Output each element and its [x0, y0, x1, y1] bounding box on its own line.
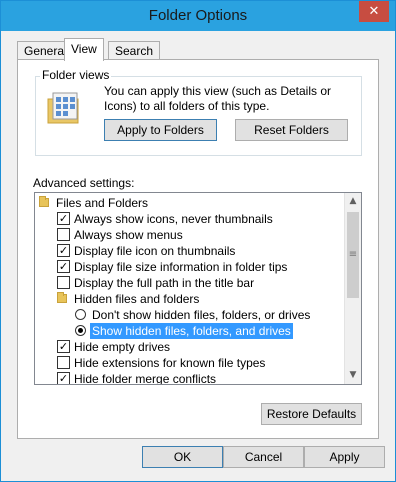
tree-folder-row[interactable]: Files and Folders [35, 195, 345, 211]
tree-item-label: Display the full path in the title bar [74, 276, 255, 290]
close-button[interactable]: ✕ [359, 1, 389, 22]
scroll-down-icon[interactable]: ▼ [345, 367, 361, 384]
checkbox-checked[interactable]: ✓ [57, 212, 70, 225]
checkbox-checked[interactable]: ✓ [57, 340, 70, 353]
checkbox-unchecked[interactable] [57, 228, 70, 241]
tree-checkbox-row[interactable]: ✓ Hide empty drives [35, 339, 345, 355]
tab-search[interactable]: Search [108, 41, 161, 60]
tree-radio-row[interactable]: Show hidden files, folders, and drives [35, 323, 345, 339]
tab-view[interactable]: View [64, 38, 104, 61]
tree-item-label: Hidden files and folders [74, 292, 200, 306]
tree-checkbox-row[interactable]: Always show menus [35, 227, 345, 243]
tree-checkbox-row[interactable]: ✓ Always show icons, never thumbnails [35, 211, 345, 227]
folder-icon [39, 196, 49, 207]
window-title: Folder Options [148, 7, 248, 24]
tree-item-label: Display file size information in folder … [74, 260, 288, 274]
checkbox-unchecked[interactable] [57, 356, 70, 369]
restore-defaults-button[interactable]: Restore Defaults [261, 403, 362, 425]
tree-item-label: Always show icons, never thumbnails [74, 212, 273, 226]
advanced-settings-label: Advanced settings: [33, 176, 135, 190]
checkbox-checked[interactable]: ✓ [57, 260, 70, 273]
tree-folder-row[interactable]: Hidden files and folders [35, 291, 345, 307]
folder-options-window: Folder Options ✕ General View Search Fol… [0, 0, 396, 482]
tree-item-label: Hide empty drives [74, 340, 171, 354]
advanced-settings-list[interactable]: Files and Folders ✓ Always show icons, nev… [34, 192, 362, 385]
reset-folders-button[interactable]: Reset Folders [235, 119, 348, 141]
tree-radio-row[interactable]: Don't show hidden files, folders, or dri… [35, 307, 345, 323]
checkbox-unchecked[interactable] [57, 276, 70, 289]
tree-item-label: Show hidden files, folders, and drives [90, 323, 293, 339]
apply-to-folders-button[interactable]: Apply to Folders [104, 119, 217, 141]
vertical-scrollbar[interactable]: ▲ ≡ ▼ [344, 193, 361, 384]
tree-checkbox-row[interactable]: Hide extensions for known file types [35, 355, 345, 371]
title-bar[interactable]: Folder Options ✕ [1, 1, 395, 31]
tree-item-label: Files and Folders [56, 196, 149, 210]
scroll-up-icon[interactable]: ▲ [345, 193, 361, 210]
cancel-button[interactable]: Cancel [223, 446, 304, 468]
apply-button[interactable]: Apply [304, 446, 385, 468]
checkbox-checked[interactable]: ✓ [57, 244, 70, 257]
tree-item-label: Always show menus [74, 228, 183, 242]
radio-unselected[interactable] [75, 309, 86, 320]
tree-item-label: Hide folder merge conflicts [74, 372, 217, 385]
scrollbar-thumb[interactable]: ≡ [347, 212, 359, 298]
radio-selected[interactable] [75, 325, 86, 336]
folder-views-title: Folder views [40, 68, 112, 82]
folder-views-description: You can apply this view (such as Details… [104, 84, 332, 113]
folder-views-icon [47, 92, 79, 124]
tree-item-label: Hide extensions for known file types [74, 356, 266, 370]
tree-item-label: Display file icon on thumbnails [74, 244, 236, 258]
tree-checkbox-row[interactable]: ✓ Hide folder merge conflicts [35, 371, 345, 385]
checkbox-checked[interactable]: ✓ [57, 372, 70, 384]
ok-button[interactable]: OK [142, 446, 223, 468]
tree-checkbox-row[interactable]: ✓ Display file size information in folder… [35, 259, 345, 275]
folder-icon [57, 292, 67, 303]
tree-item-label: Don't show hidden files, folders, or dri… [92, 308, 311, 322]
tree-checkbox-row[interactable]: Display the full path in the title bar [35, 275, 345, 291]
close-icon: ✕ [368, 4, 380, 19]
tree-checkbox-row[interactable]: ✓ Display file icon on thumbnails [35, 243, 345, 259]
